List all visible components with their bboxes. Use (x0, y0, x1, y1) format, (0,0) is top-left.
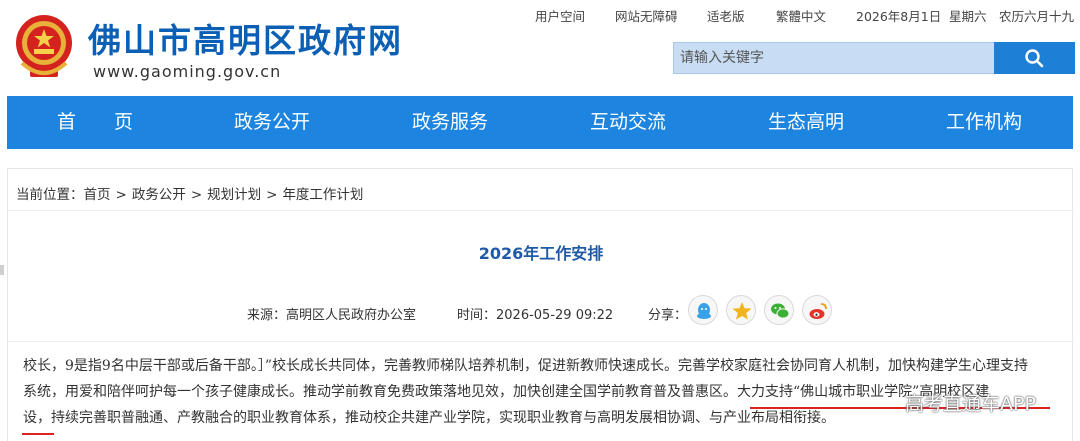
search-button[interactable] (994, 42, 1075, 74)
lunar-date: 农历六月十九 (999, 9, 1075, 24)
nav-item-home[interactable]: 首 页 (57, 96, 133, 149)
share-qzone-button[interactable] (726, 295, 756, 325)
wechat-icon (771, 303, 790, 319)
nav-item-interaction[interactable]: 互动交流 (590, 96, 666, 149)
breadcrumb-divider (8, 210, 1074, 211)
search-box (673, 42, 995, 74)
qzone-star-icon (732, 302, 752, 320)
watermark-text: 高考直通车APP (905, 393, 1036, 415)
breadcrumb-separator: > (266, 187, 278, 203)
site-url: www.gaoming.gov.cn (93, 62, 282, 81)
top-links-bar: 用户空间 网站无障碍 适老版 繁體中文 2026年8月1日 星期六 农历六月十九 (520, 6, 1080, 24)
current-date: 2026年8月1日 (856, 9, 942, 24)
breadcrumb-separator: > (115, 187, 127, 203)
article-title: 2026年工作安排 (478, 244, 604, 263)
site-header: 佛山市高明区政府网 www.gaoming.gov.cn 用户空间 网站无障碍 … (0, 0, 1080, 96)
article-time: 时间：2026-05-29 09:22 (457, 304, 613, 323)
nav-item-ecology[interactable]: 生态高明 (768, 96, 844, 149)
nav-item-agencies[interactable]: 工作机构 (946, 96, 1022, 149)
main-nav: 首 页 政务公开 政务服务 互动交流 生态高明 工作机构 (7, 96, 1073, 149)
share-weibo-button[interactable] (802, 295, 832, 325)
search-input[interactable] (674, 43, 994, 73)
current-weekday: 星期六 (949, 9, 987, 24)
search-icon (1025, 49, 1044, 68)
breadcrumb-home[interactable]: 首页 (84, 183, 111, 203)
breadcrumb-separator: > (190, 187, 203, 203)
accessibility-link[interactable]: 网站无障碍 (615, 6, 678, 25)
breadcrumb-gov-affairs[interactable]: 政务公开 (132, 183, 186, 203)
traditional-chinese-link[interactable]: 繁體中文 (776, 6, 826, 25)
breadcrumb-annual-plan[interactable]: 年度工作计划 (282, 183, 363, 203)
nav-item-gov-services[interactable]: 政务服务 (412, 96, 488, 149)
breadcrumb-plans[interactable]: 规划计划 (207, 183, 261, 203)
elderly-mode-link[interactable]: 适老版 (707, 6, 745, 25)
scroll-edge-marker (0, 265, 4, 275)
source-value: 高明区人民政府办公室 (286, 308, 417, 323)
national-emblem-icon (16, 15, 72, 77)
article-source: 来源：高明区人民政府办公室 (247, 304, 416, 323)
breadcrumb-prefix: 当前位置： (16, 187, 84, 203)
qq-icon (697, 303, 711, 319)
highlight-underline (22, 433, 54, 435)
user-space-link[interactable]: 用户空间 (535, 6, 585, 25)
time-label: 时间： (457, 308, 497, 323)
weibo-icon (809, 303, 827, 319)
breadcrumb: 当前位置：首页 > 政务公开 > 规划计划 > 年度工作计划 (16, 183, 363, 203)
site-title[interactable]: 佛山市高明区政府网 (88, 14, 403, 62)
source-label: 来源： (247, 308, 287, 323)
time-value: 2026-05-29 09:22 (496, 308, 614, 323)
body-line: 校长，9是指9名中层干部或后备干部。］”校长成长共同体，完善教师梯队培养机制，促… (23, 358, 1028, 374)
share-qq-button[interactable] (688, 295, 718, 325)
nav-item-gov-affairs-open[interactable]: 政务公开 (234, 96, 310, 149)
share-label: 分享： (648, 308, 688, 323)
share-wechat-button[interactable] (764, 295, 794, 325)
meta-divider (8, 341, 1074, 342)
